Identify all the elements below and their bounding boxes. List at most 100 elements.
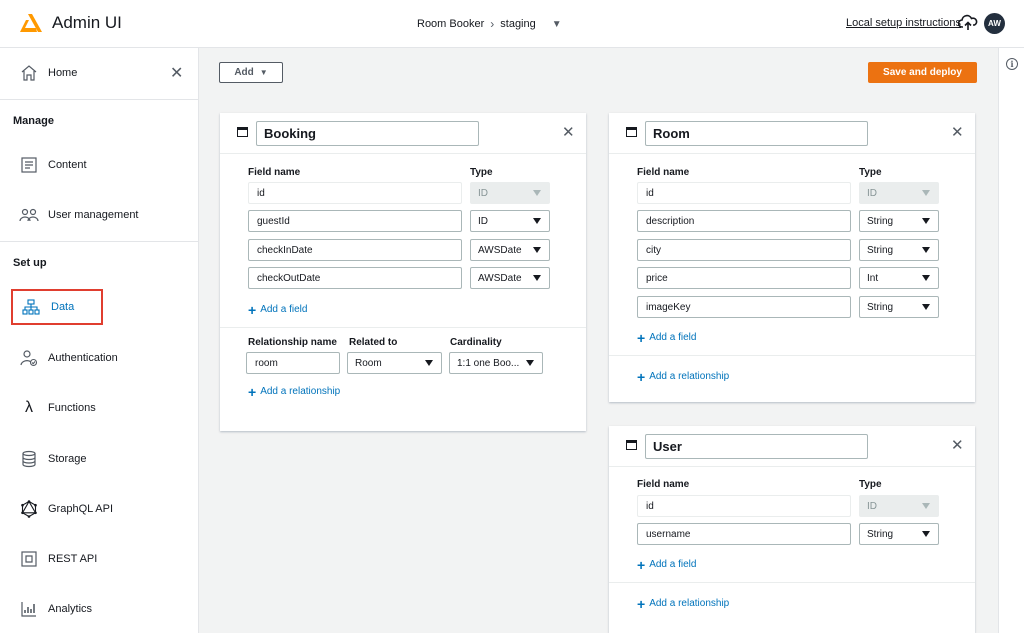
sidebar-item-label: GraphQL API <box>48 503 114 515</box>
plus-icon: + <box>248 383 257 400</box>
caret-down-icon <box>526 360 534 366</box>
add-relationship-label: Add a relationship <box>260 386 341 397</box>
field-name-input[interactable]: guestId <box>248 210 462 232</box>
field-name-input[interactable]: city <box>637 239 851 261</box>
field-name-input: id <box>637 182 851 204</box>
field-type-select[interactable]: String <box>859 296 939 318</box>
save-and-deploy-button[interactable]: Save and deploy <box>868 62 977 83</box>
field-name-input: id <box>248 182 462 204</box>
field-type-select[interactable]: String <box>859 239 939 261</box>
field-type-value: String <box>867 215 894 227</box>
divider <box>0 99 199 100</box>
caret-down-icon <box>922 531 930 537</box>
chevron-right-icon: › <box>490 17 495 31</box>
amplify-logo-icon <box>20 14 42 32</box>
info-icon[interactable]: i <box>1006 58 1018 70</box>
field-type-select: ID <box>470 182 550 204</box>
table-icon <box>626 440 637 450</box>
sidebar-item-label: Storage <box>48 453 87 465</box>
field-type-select[interactable]: ID <box>470 210 550 232</box>
related-to-select[interactable]: Room <box>347 352 442 374</box>
field-type-value: ID <box>478 215 488 227</box>
field-type-select[interactable]: Int <box>859 267 939 289</box>
relationship-name-input[interactable]: room <box>246 352 340 374</box>
content-icon <box>19 155 39 175</box>
section-manage: Manage <box>13 115 54 127</box>
field-name-input[interactable]: imageKey <box>637 296 851 318</box>
cardinality-value: 1:1 one Boo... <box>457 357 520 369</box>
sidebar-item-rest-api[interactable]: REST API <box>0 539 199 579</box>
type-header: Type <box>859 479 882 490</box>
field-type-select[interactable]: AWSDate <box>470 267 550 289</box>
model-card-room: Room ✕ Field name Type id ID description… <box>609 113 975 402</box>
field-name-input[interactable]: description <box>637 210 851 232</box>
close-icon[interactable]: ✕ <box>951 436 964 454</box>
model-name-input[interactable]: Room <box>645 121 868 146</box>
close-sidebar-icon[interactable]: ✕ <box>170 63 183 83</box>
related-to-header: Related to <box>349 337 398 348</box>
graphql-icon <box>19 499 39 519</box>
caret-down-icon <box>922 247 930 253</box>
plus-icon: + <box>637 556 646 573</box>
field-type-select[interactable]: String <box>859 210 939 232</box>
authentication-icon <box>19 348 39 368</box>
add-relationship-link[interactable]: + Add a relationship <box>637 597 729 611</box>
sidebar-item-label: Content <box>48 159 87 171</box>
field-name-header: Field name <box>637 167 690 178</box>
add-relationship-label: Add a relationship <box>649 371 730 382</box>
sidebar-item-data[interactable]: Data <box>0 287 199 327</box>
app-title: Admin UI <box>52 13 122 32</box>
sidebar-item-content[interactable]: Content <box>0 145 199 185</box>
sidebar-item-functions[interactable]: λ Functions <box>0 388 199 428</box>
model-name-input[interactable]: User <box>645 434 868 459</box>
add-field-link[interactable]: + Add a field <box>248 301 307 318</box>
caret-down-icon <box>922 304 930 310</box>
field-type-value: String <box>867 528 894 540</box>
sidebar-item-authentication[interactable]: Authentication <box>0 338 199 378</box>
add-relationship-link[interactable]: + Add a relationship <box>248 383 341 400</box>
add-relationship-link[interactable]: + Add a relationship <box>637 370 730 384</box>
model-name-input[interactable]: Booking <box>256 121 479 146</box>
sidebar-item-label: Authentication <box>48 352 118 364</box>
cloud-upload-icon[interactable] <box>958 13 978 33</box>
field-name-input[interactable]: checkOutDate <box>248 267 462 289</box>
field-type-select[interactable]: String <box>859 523 939 545</box>
local-setup-link[interactable]: Local setup instructions <box>846 17 961 29</box>
add-button-label: Add <box>234 67 254 78</box>
field-name-input[interactable]: price <box>637 267 851 289</box>
cardinality-select[interactable]: 1:1 one Boo... <box>449 352 543 374</box>
project-name[interactable]: Room Booker <box>417 18 484 30</box>
close-icon[interactable]: ✕ <box>562 123 575 141</box>
rest-api-icon <box>19 549 39 569</box>
field-type-value: ID <box>867 500 877 512</box>
sidebar-item-analytics[interactable]: Analytics <box>0 589 199 629</box>
plus-icon: + <box>248 301 257 318</box>
analytics-icon <box>19 599 39 619</box>
card-header: User ✕ <box>609 426 975 467</box>
caret-down-icon <box>922 275 930 281</box>
sidebar-item-storage[interactable]: Storage <box>0 439 199 479</box>
close-icon[interactable]: ✕ <box>951 123 964 141</box>
sidebar-item-label: Data <box>51 301 75 313</box>
plus-icon: + <box>637 329 646 346</box>
caret-down-icon <box>425 360 433 366</box>
field-type-select: ID <box>859 495 939 517</box>
field-name-input[interactable]: checkInDate <box>248 239 462 261</box>
project-switcher[interactable]: Room Booker › staging ▼ <box>417 17 562 31</box>
type-header: Type <box>859 167 882 178</box>
field-type-value: AWSDate <box>478 272 522 284</box>
divider <box>609 582 975 583</box>
user-avatar[interactable]: AW <box>984 13 1005 34</box>
add-field-link[interactable]: + Add a field <box>637 556 696 573</box>
add-button[interactable]: Add ▼ <box>219 62 283 83</box>
sidebar-item-graphql-api[interactable]: GraphQL API <box>0 489 199 529</box>
environment-name[interactable]: staging <box>500 18 535 30</box>
divider <box>0 241 199 242</box>
sidebar-item-user-management[interactable]: User management <box>0 195 199 235</box>
add-field-link[interactable]: + Add a field <box>637 329 696 346</box>
field-type-select[interactable]: AWSDate <box>470 239 550 261</box>
field-name-input[interactable]: username <box>637 523 851 545</box>
type-header: Type <box>470 167 493 178</box>
caret-down-icon <box>533 275 541 281</box>
caret-down-icon[interactable]: ▼ <box>552 19 562 30</box>
